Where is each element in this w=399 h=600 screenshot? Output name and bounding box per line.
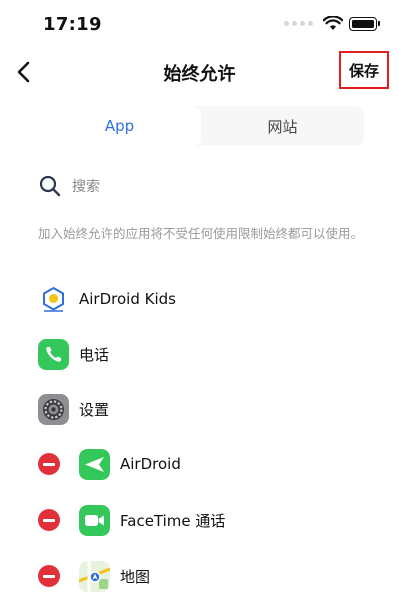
app-name: AirDroid Kids	[79, 290, 176, 308]
remove-button[interactable]	[38, 565, 60, 587]
status-icons	[284, 16, 380, 31]
app-name: FaceTime 通话	[120, 511, 226, 530]
app-name: 设置	[79, 400, 110, 419]
save-button[interactable]: 保存	[339, 51, 389, 89]
list-item: 设置	[38, 391, 109, 427]
description-text: 加入始终允许的应用将不受任何使用限制始终都可以使用。	[38, 226, 364, 241]
search-icon	[39, 175, 61, 197]
list-item: AirDroid Kids	[38, 281, 176, 317]
remove-button[interactable]	[38, 453, 60, 475]
list-item: 地图	[38, 558, 150, 594]
tab-app[interactable]: App	[38, 106, 201, 146]
wifi-icon	[323, 16, 343, 30]
settings-icon	[38, 393, 69, 425]
search-input[interactable]: 搜索	[72, 176, 100, 196]
facetime-icon	[79, 504, 110, 536]
status-time: 17:19	[43, 14, 102, 35]
app-name: 地图	[120, 567, 151, 586]
maps-icon	[79, 560, 110, 592]
list-item: 电话	[38, 336, 109, 372]
tab-website[interactable]: 网站	[201, 106, 364, 146]
segment-control: App 网站	[38, 106, 364, 146]
phone-icon	[38, 338, 69, 370]
battery-icon	[349, 16, 380, 31]
airdroid-kids-icon	[38, 283, 69, 315]
list-item: FaceTime 通话	[38, 502, 225, 538]
app-name: 电话	[79, 345, 110, 364]
airdroid-icon	[79, 448, 110, 480]
signal-dots-icon	[284, 21, 313, 26]
status-bar: 17:19	[0, 0, 399, 52]
app-name: AirDroid	[120, 455, 181, 473]
search-bar[interactable]: 搜索	[38, 170, 364, 202]
remove-button[interactable]	[38, 509, 60, 531]
list-item: AirDroid	[38, 446, 181, 482]
